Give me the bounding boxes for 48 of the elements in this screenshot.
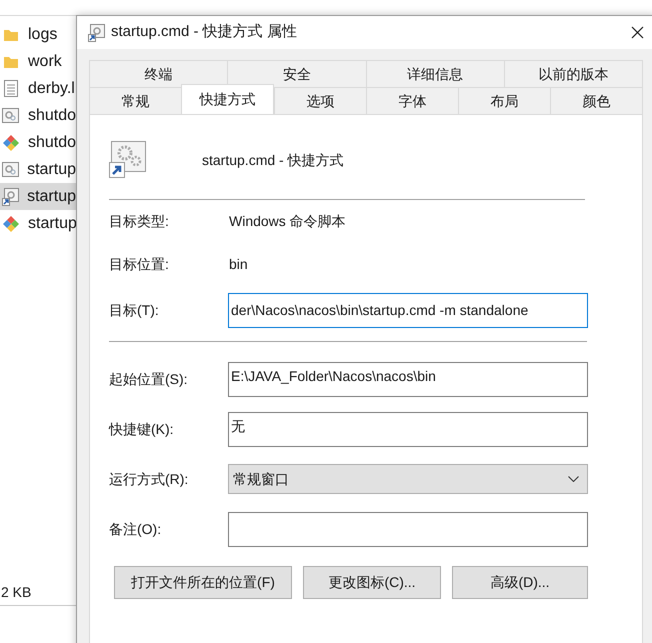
- gear-shortcut-icon: [109, 141, 147, 179]
- field-label: 起始位置(S):: [109, 370, 189, 389]
- dialog-button[interactable]: 打开文件所在的位置(F): [114, 566, 292, 599]
- folder-icon: [3, 28, 19, 42]
- tab[interactable]: 快捷方式: [181, 84, 274, 114]
- file-item[interactable]: work: [0, 48, 76, 75]
- tab[interactable]: 选项: [274, 87, 366, 114]
- input-field[interactable]: [228, 512, 588, 546]
- dialog-button[interactable]: 更改图标(C)...: [303, 566, 441, 599]
- shortcut-name: startup.cmd - 快捷方式: [202, 150, 344, 170]
- target-input[interactable]: der\Nacos\nacos\bin\startup.cmd -m standalone: [228, 292, 588, 328]
- run-mode-dropdown[interactable]: 常规窗口: [228, 464, 588, 494]
- file-item[interactable]: shutdo: [0, 102, 76, 129]
- file-item[interactable]: derby.l: [0, 75, 76, 102]
- file-item[interactable]: logs: [0, 21, 76, 48]
- tab[interactable]: 字体: [366, 87, 458, 114]
- folder-icon: [3, 54, 19, 68]
- file-item[interactable]: startup: [0, 183, 76, 210]
- field-label: 目标类型:: [109, 212, 170, 231]
- gear-shortcut-icon: [88, 24, 105, 42]
- field-label: 运行方式(R):: [109, 470, 190, 489]
- field-value: bin: [229, 255, 248, 274]
- input-field[interactable]: E:\JAVA_Folder\Nacos\nacos\bin: [228, 362, 588, 396]
- dialog-button[interactable]: 高级(D)...: [452, 566, 588, 599]
- tab[interactable]: 常规: [89, 87, 181, 114]
- window-title: startup.cmd - 快捷方式 属性: [111, 22, 298, 42]
- file-item[interactable]: shutdo: [0, 129, 76, 156]
- chevron-down-icon: [568, 476, 579, 482]
- file-size-text: 2 KB: [0, 583, 32, 602]
- field-label: 备注(O):: [109, 520, 162, 539]
- tab[interactable]: 以前的版本: [504, 60, 643, 87]
- field-value: Windows 命令脚本: [229, 212, 346, 231]
- file-item[interactable]: startup: [0, 156, 76, 183]
- diamond-logo-icon: [2, 214, 20, 232]
- diamond-logo-icon: [2, 134, 20, 152]
- tab[interactable]: 布局: [458, 87, 550, 114]
- field-label: 目标(T):: [109, 300, 160, 320]
- tab[interactable]: 颜色: [550, 87, 643, 114]
- field-label: 目标位置:: [109, 255, 170, 274]
- document-icon: [4, 80, 18, 97]
- tab[interactable]: 安全: [227, 60, 366, 87]
- input-field[interactable]: 无: [228, 412, 588, 446]
- tab[interactable]: 终端: [89, 60, 228, 87]
- file-item[interactable]: startup: [0, 210, 76, 237]
- gear-shortcut-icon: [2, 188, 20, 206]
- close-icon: [630, 26, 644, 39]
- tab[interactable]: 详细信息: [366, 60, 504, 87]
- field-label: 快捷键(K):: [109, 420, 175, 439]
